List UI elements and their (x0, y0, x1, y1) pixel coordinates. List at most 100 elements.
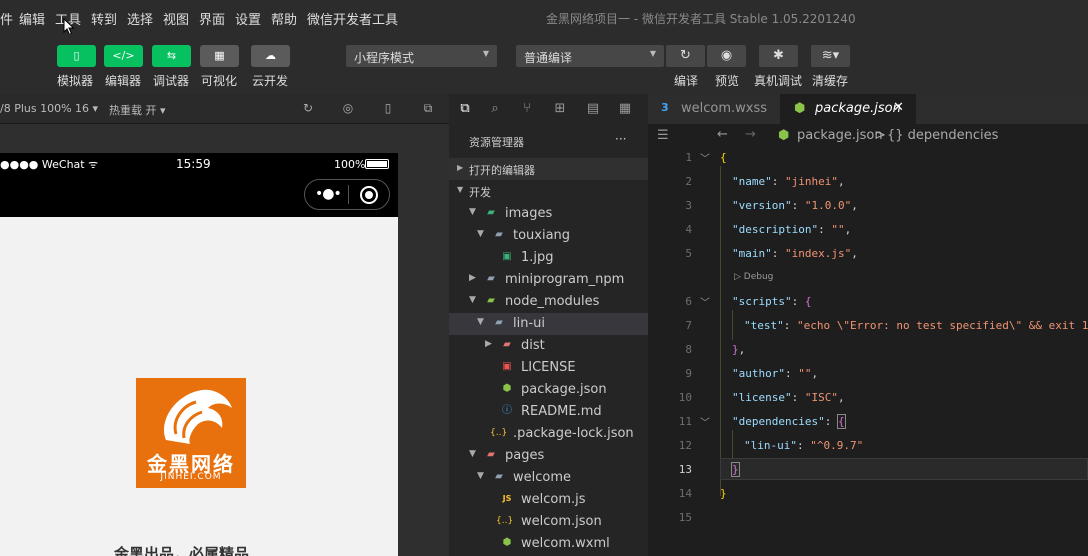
code-line[interactable]: } (720, 487, 727, 500)
editor-tabs: 3 welcom.wxss ⬢ package.json ✕ (648, 94, 1088, 124)
list-icon[interactable]: ☰ (657, 128, 669, 143)
tree-item-pages[interactable]: ▼ ▰ pages (449, 445, 648, 467)
tree-item-license[interactable]: ▣ LICENSE (449, 357, 648, 379)
menu-file[interactable]: 件 (0, 9, 13, 28)
code-line[interactable]: "version": "1.0.0", (732, 199, 858, 212)
cloud-label: 云开发 (252, 74, 289, 88)
layers-icon: ≋▾ (821, 48, 840, 63)
tree-item-welcom-json[interactable]: {..} welcom.json (449, 511, 648, 533)
menu-goto[interactable]: 转到 (91, 9, 117, 28)
simulator-button[interactable]: ▯ (57, 45, 96, 67)
clear-cache-button[interactable]: ≋▾ (811, 45, 850, 67)
nodejs-icon: ⬢ (794, 101, 806, 116)
chevron-down-icon: ▼ (469, 449, 476, 459)
code-line[interactable]: "main": "index.js", (732, 247, 858, 260)
editor-label: 编辑器 (105, 74, 142, 88)
code-line[interactable]: "lin-ui": "^0.9.7" (744, 439, 863, 452)
code-line[interactable]: "author": "", (732, 367, 818, 380)
fold-chevron-icon[interactable]: ﹀ (700, 414, 710, 429)
tree-item-miniprogram-npm[interactable]: ▶ ▰ miniprogram_npm (449, 269, 648, 291)
debug-codelens[interactable]: ▷ Debug (734, 272, 773, 282)
preview-button[interactable]: ◉ (707, 45, 746, 67)
stop-icon[interactable]: ◎ (341, 101, 355, 115)
tree-item-welcom-js[interactable]: JS welcom.js (449, 489, 648, 511)
debugger-button[interactable]: ⇆ (152, 45, 191, 67)
more-icon[interactable]: ··· (615, 132, 626, 146)
layout-icon[interactable]: ▤ (585, 101, 601, 117)
close-icon[interactable]: ✕ (893, 100, 904, 115)
hot-reload-toggle[interactable]: 热重载 开 ▾ (109, 102, 166, 118)
tree-item-touxiang[interactable]: ▼ ▰ touxiang (449, 225, 648, 247)
tree-item-lin-ui[interactable]: ▼ ▰ lin-ui (449, 313, 648, 335)
source-control-icon[interactable]: ⑂ (519, 101, 535, 117)
menu-edit[interactable]: 编辑 (19, 9, 45, 28)
arrow-right-icon[interactable]: → (745, 127, 756, 142)
mode-select[interactable]: 小程序模式 ▼ (346, 45, 497, 67)
breadcrumb-file[interactable]: package.json (797, 128, 883, 143)
editor-button[interactable]: </> (104, 45, 143, 67)
arrow-left-icon[interactable]: ← (717, 127, 728, 142)
line-number: 8 (685, 343, 692, 356)
tree-item-welcome[interactable]: ▼ ▰ welcome (449, 467, 648, 489)
fold-chevron-icon[interactable]: ﹀ (700, 150, 710, 165)
refresh-icon: ↻ (680, 48, 691, 63)
compile-select[interactable]: 普通编译 ▼ (516, 45, 664, 67)
tree-item-readme[interactable]: ⓘ README.md (449, 401, 648, 423)
tree-item-images[interactable]: ▼ ▰ images (449, 203, 648, 225)
code-line[interactable]: "name": "jinhei", (732, 175, 845, 188)
folder-open-icon: ▰ (495, 471, 503, 482)
code-line[interactable]: { (720, 151, 727, 164)
menu-wechat-devtools[interactable]: 微信开发者工具 (307, 9, 398, 28)
tree-item-welcom-wxml[interactable]: ⬢ welcom.wxml (449, 533, 648, 555)
visual-label: 可视化 (201, 74, 238, 88)
menu-select[interactable]: 选择 (127, 9, 153, 28)
tree-label: welcome (513, 470, 572, 485)
menu-help[interactable]: 帮助 (271, 9, 297, 28)
visual-button[interactable]: ▦ (200, 45, 239, 67)
close-capsule-icon[interactable] (360, 186, 378, 204)
brand-logo: 金黑网络 JINHEI.COM (136, 378, 246, 488)
device-select[interactable]: /8 Plus 100% 16 ▾ (0, 102, 98, 115)
breadcrumb-node[interactable]: {} dependencies (887, 128, 998, 143)
compile-button[interactable]: ↻ (666, 45, 705, 67)
open-editors-section[interactable]: ▶ 打开的编辑器 (449, 158, 648, 180)
tree-item-package-json[interactable]: ⬢ package.json (449, 379, 648, 401)
cloud-button[interactable]: ☁ (251, 45, 290, 67)
detach-window-icon[interactable]: ⧉ (421, 101, 435, 115)
extensions-icon[interactable]: ⊞ (552, 101, 568, 117)
code-line[interactable]: "description": "", (732, 223, 851, 236)
dev-section[interactable]: ▼ 开发 (449, 180, 648, 202)
menu-view[interactable]: 视图 (163, 9, 189, 28)
tree-item-dist[interactable]: ▶ ▰ dist (449, 335, 648, 357)
info-icon: ⓘ (502, 405, 512, 416)
breadcrumb-separator: > (875, 128, 886, 143)
code-line[interactable]: "dependencies": { (732, 414, 846, 429)
code-line[interactable]: "scripts": { (732, 295, 811, 308)
code-line[interactable]: "license": "ISC", (732, 391, 845, 404)
tree-item-package-lock[interactable]: {..} .package-lock.json (449, 423, 648, 445)
tab-welcom-wxss[interactable]: 3 welcom.wxss (648, 94, 780, 124)
code-editor: 3 welcom.wxss ⬢ package.json ✕ ☰ ← → ⬢ p… (648, 94, 1088, 556)
fold-chevron-icon[interactable]: ﹀ (700, 294, 710, 309)
real-debug-button[interactable]: ✱ (759, 45, 798, 67)
image-folder-icon: ▰ (487, 207, 495, 218)
line-number: 3 (685, 199, 692, 212)
line-number: 12 (678, 439, 692, 452)
files-icon[interactable]: ⧉ (457, 101, 473, 117)
code-line[interactable]: } (731, 462, 740, 477)
menu-settings[interactable]: 设置 (235, 9, 261, 28)
chevron-down-icon: ▼ (469, 295, 476, 305)
tree-item-node-modules[interactable]: ▼ ▰ node_modules (449, 291, 648, 313)
refresh-icon[interactable]: ↻ (301, 101, 315, 115)
tab-package-json[interactable]: ⬢ package.json ✕ (780, 94, 916, 124)
code-line[interactable]: "test": "echo \"Error: no test specified… (744, 319, 1088, 332)
code-line[interactable]: }, (732, 343, 745, 356)
capsule-button[interactable]: •●• (304, 179, 390, 210)
tree-item-1jpg[interactable]: ▣ 1.jpg (449, 247, 648, 269)
search-icon[interactable]: ⌕ (487, 101, 503, 117)
menu-interface[interactable]: 界面 (199, 9, 225, 28)
more-dots-icon[interactable]: •●• (315, 186, 342, 202)
phone-icon[interactable]: ▯ (381, 101, 395, 115)
line-number: 5 (685, 247, 692, 260)
docker-icon[interactable]: ▦ (617, 101, 633, 117)
